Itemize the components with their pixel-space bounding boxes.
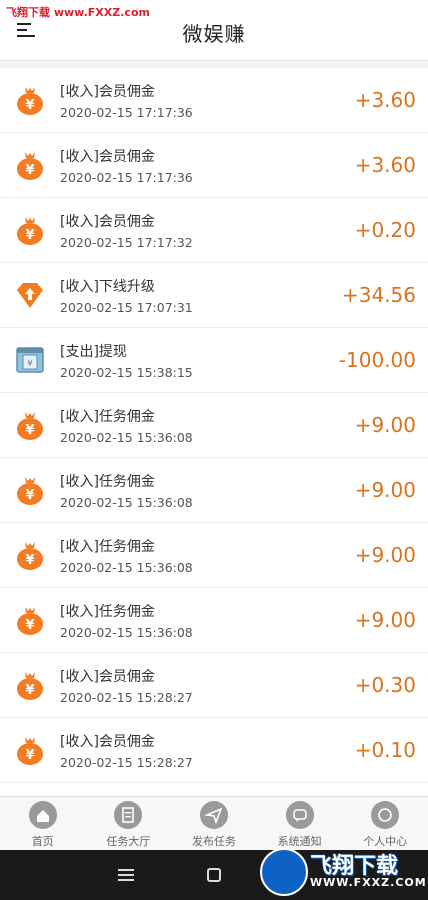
transaction-row[interactable]: ¥ [收入]会员佣金 2020-02-15 15:28:27 +0.30 — [0, 653, 428, 718]
tab-message[interactable]: 系统通知 — [257, 797, 343, 851]
transaction-time: 2020-02-15 17:17:32 — [60, 235, 193, 250]
user-icon — [371, 801, 400, 829]
transaction-time: 2020-02-15 15:36:08 — [60, 495, 193, 510]
svg-text:¥: ¥ — [25, 748, 34, 763]
money-bag-icon: ¥ — [14, 84, 46, 116]
transaction-time: 2020-02-15 15:36:08 — [60, 560, 193, 575]
send-icon — [199, 801, 228, 829]
transaction-amount: +0.20 — [354, 218, 416, 242]
app-header: 微娱赚 飞翔下载 www.FXXZ.com — [0, 0, 428, 61]
recent-apps-icon[interactable] — [96, 850, 156, 900]
svg-text:¥: ¥ — [25, 423, 34, 438]
transaction-time: 2020-02-15 15:28:27 — [60, 690, 193, 705]
svg-text:¥: ¥ — [25, 488, 34, 503]
transaction-amount: +9.00 — [354, 478, 416, 502]
transaction-label: [收入]会员佣金 — [60, 734, 155, 750]
upgrade-diamond-icon — [14, 279, 46, 311]
transaction-time: 2020-02-15 17:17:36 — [60, 170, 193, 185]
svg-text:¥: ¥ — [25, 618, 34, 633]
svg-text:¥: ¥ — [25, 163, 34, 178]
transaction-time: 2020-02-15 15:38:15 — [60, 365, 193, 380]
transaction-row[interactable]: ¥ [收入]会员佣金 2020-02-15 17:17:36 +3.60 — [0, 133, 428, 198]
svg-text:¥: ¥ — [25, 553, 34, 568]
transaction-row[interactable]: ¥ [收入]会员佣金 2020-02-15 17:17:36 +3.60 — [0, 68, 428, 133]
transaction-label: [收入]会员佣金 — [60, 214, 155, 230]
transaction-label: [收入]任务佣金 — [60, 604, 155, 620]
transaction-amount: +3.60 — [354, 88, 416, 112]
svg-text:¥: ¥ — [27, 359, 33, 369]
watermark-logo: 飞翔下载 WWW.FXXZ.COM — [260, 844, 426, 896]
transaction-amount: -100.00 — [338, 348, 416, 372]
transaction-label: [支出]提现 — [60, 344, 127, 360]
task-list-icon — [114, 801, 143, 829]
money-bag-icon: ¥ — [14, 669, 46, 701]
transaction-time: 2020-02-15 15:36:08 — [60, 430, 193, 445]
transaction-time: 2020-02-15 15:36:08 — [60, 625, 193, 640]
tab-label: 首页 — [31, 835, 54, 848]
transaction-label: [收入]会员佣金 — [60, 669, 155, 685]
transaction-row[interactable]: ¥ [收入]会员佣金 2020-02-15 15:28:27 +0.10 — [0, 718, 428, 783]
transaction-time: 2020-02-15 17:17:36 — [60, 105, 193, 120]
home-nav-icon[interactable] — [184, 850, 244, 900]
watermark-top-text: 飞翔下载 www.FXXZ.com — [6, 6, 150, 19]
transaction-label: [收入]下线升级 — [60, 279, 155, 295]
transaction-time: 2020-02-15 17:07:31 — [60, 300, 193, 315]
svg-text:¥: ¥ — [25, 98, 34, 113]
transaction-amount: +9.00 — [354, 543, 416, 567]
transaction-row[interactable]: ¥ [收入]会员佣金 2020-02-15 17:17:32 +0.20 — [0, 198, 428, 263]
transaction-label: [收入]任务佣金 — [60, 409, 155, 425]
tab-home[interactable]: 首页 — [0, 797, 86, 851]
money-bag-icon: ¥ — [14, 539, 46, 571]
withdraw-atm-icon: ¥ — [14, 344, 46, 376]
watermark-logo-icon — [260, 848, 308, 896]
tab-label: 发布任务 — [191, 835, 236, 848]
transaction-row[interactable]: ¥ [支出]提现 2020-02-15 15:38:15 -100.00 — [0, 328, 428, 393]
bottom-tab-bar: 首页 任务大厅 发布任务 系统通知 个人中心 — [0, 796, 428, 851]
money-bag-icon: ¥ — [14, 474, 46, 506]
home-icon — [28, 801, 57, 829]
transaction-amount: +3.60 — [354, 153, 416, 177]
transaction-label: [收入]会员佣金 — [60, 84, 155, 100]
transaction-amount: +0.30 — [354, 673, 416, 697]
transaction-amount: +9.00 — [354, 413, 416, 437]
money-bag-icon: ¥ — [14, 149, 46, 181]
transaction-row[interactable]: ¥ [收入]任务佣金 2020-02-15 15:36:08 +9.00 — [0, 588, 428, 653]
tab-send[interactable]: 发布任务 — [171, 797, 257, 851]
tab-user[interactable]: 个人中心 — [342, 797, 428, 851]
message-icon — [285, 801, 314, 829]
transaction-amount: +34.56 — [341, 283, 416, 307]
transaction-label: [收入]会员佣金 — [60, 149, 155, 165]
money-bag-icon: ¥ — [14, 734, 46, 766]
money-bag-icon: ¥ — [14, 214, 46, 246]
svg-text:¥: ¥ — [25, 228, 34, 243]
watermark-logo-url: WWW.FXXZ.COM — [310, 876, 427, 889]
svg-text:¥: ¥ — [25, 683, 34, 698]
transaction-row[interactable]: ¥ [收入]任务佣金 2020-02-15 15:36:08 +9.00 — [0, 393, 428, 458]
transaction-label: [收入]任务佣金 — [60, 539, 155, 555]
transaction-amount: +9.00 — [354, 608, 416, 632]
transaction-row[interactable]: [收入]下线升级 2020-02-15 17:07:31 +34.56 — [0, 263, 428, 328]
transaction-list: ¥ [收入]会员佣金 2020-02-15 17:17:36 +3.60 ¥ [收入]会员… — [0, 68, 428, 848]
transaction-row[interactable]: ¥ [收入]任务佣金 2020-02-15 15:36:08 +9.00 — [0, 458, 428, 523]
transaction-time: 2020-02-15 15:28:27 — [60, 755, 193, 770]
page-title: 微娱赚 — [182, 22, 246, 46]
money-bag-icon: ¥ — [14, 409, 46, 441]
transaction-row[interactable]: ¥ [收入]任务佣金 2020-02-15 15:36:08 +9.00 — [0, 523, 428, 588]
tab-label: 任务大厅 — [106, 835, 151, 848]
money-bag-icon: ¥ — [14, 604, 46, 636]
transaction-amount: +0.10 — [354, 738, 416, 762]
tab-task-list[interactable]: 任务大厅 — [86, 797, 172, 851]
transaction-label: [收入]任务佣金 — [60, 474, 155, 490]
